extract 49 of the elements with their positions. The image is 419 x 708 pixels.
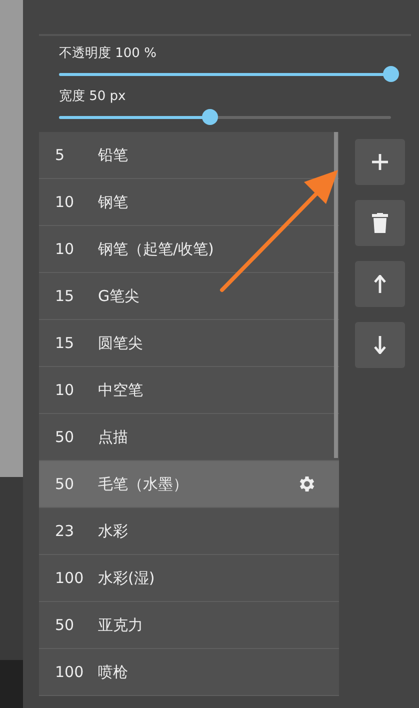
delete-button[interactable] (355, 200, 405, 246)
brush-item[interactable]: 15 G笔尖 (39, 273, 339, 320)
brush-size: 100 (55, 569, 85, 587)
slider-label: 不透明度 100 % (59, 45, 158, 63)
brush-item[interactable]: 10 钢笔（起笔/收笔) (39, 226, 339, 273)
brush-name: 钢笔 (98, 192, 129, 212)
brush-name: 中空笔 (98, 380, 144, 400)
slider-label: 宽度 50 px (59, 88, 127, 106)
brush-item[interactable]: 23 水彩 (39, 508, 339, 555)
brush-size: 100 (55, 663, 85, 681)
brush-item[interactable]: 100 水彩(湿) (39, 555, 339, 602)
trash-icon (372, 213, 388, 233)
brush-name: 点描 (98, 428, 129, 446)
brush-item[interactable]: 10 中空笔 (39, 367, 339, 414)
brush-size: 5 (55, 146, 66, 164)
add-button[interactable] (355, 139, 405, 185)
brush-item[interactable]: 100 喷枪 (39, 649, 339, 696)
arrow-down-icon (374, 336, 386, 354)
brush-item[interactable]: 50 点描 (39, 414, 339, 461)
brush-name: 圆笔尖 (98, 334, 144, 352)
plus-icon (371, 153, 389, 171)
bottom-bar (0, 660, 23, 708)
brush-size: 50 (55, 428, 76, 446)
brush-name: 毛笔（水墨） (98, 474, 189, 494)
brush-name: 水彩(湿) (98, 568, 156, 588)
brush-name: 钢笔（起笔/收笔) (98, 240, 215, 258)
brush-item[interactable]: 50 毛笔（水墨） (39, 461, 339, 508)
brush-size: 50 (55, 616, 76, 634)
brush-item[interactable]: 50 亚克力 (39, 602, 339, 649)
brush-name: 亚克力 (98, 616, 144, 634)
scrollbar[interactable] (334, 132, 338, 458)
arrow-up-icon (374, 275, 386, 293)
brush-size: 50 (55, 475, 76, 493)
move-up-button[interactable] (355, 261, 405, 307)
settings-icon[interactable] (297, 474, 317, 494)
brush-name: 铅笔 (98, 146, 129, 164)
brush-size: 10 (55, 193, 76, 211)
brush-item[interactable]: 5 铅笔 (39, 132, 339, 179)
brush-size: 15 (55, 287, 76, 305)
brush-size: 23 (55, 522, 76, 540)
brush-item[interactable]: 15 圆笔尖 (39, 320, 339, 367)
brush-name: G笔尖 (98, 286, 141, 306)
brush-name: 喷枪 (98, 662, 129, 682)
brush-name: 水彩 (98, 522, 129, 540)
brush-size: 10 (55, 240, 76, 258)
move-down-button[interactable] (355, 322, 405, 368)
brush-item[interactable]: 10 钢笔 (39, 179, 339, 226)
brush-size: 15 (55, 334, 76, 352)
brush-size: 10 (55, 381, 76, 399)
